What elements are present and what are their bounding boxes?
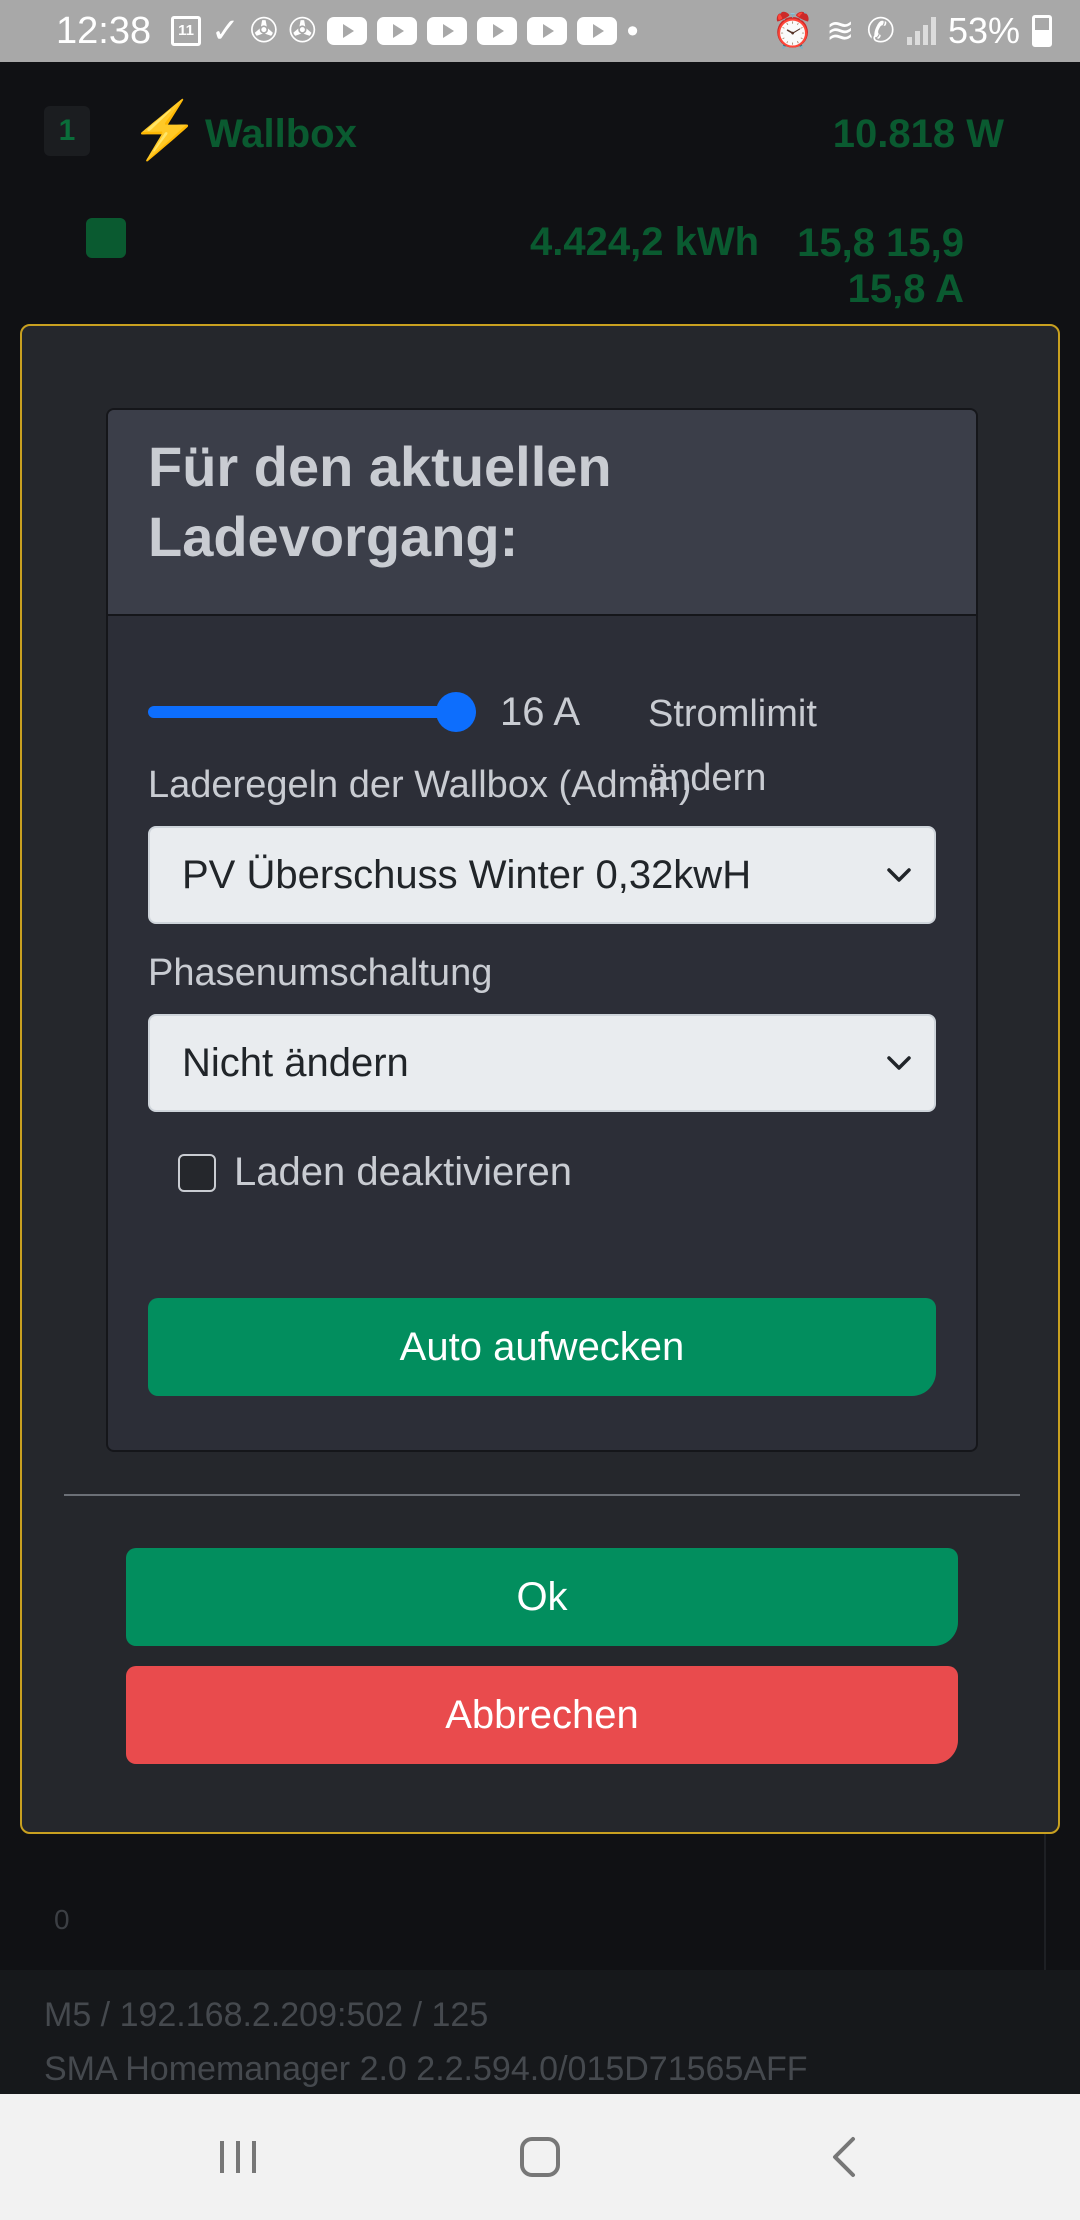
system-icons: ⏰ ≋ ✆ 53% <box>772 10 1052 52</box>
dialog-divider <box>64 1494 1020 1496</box>
wifi-call-icon: ✆ <box>866 12 895 50</box>
battery-icon <box>1032 15 1052 47</box>
phase-switch-label: Phasenumschaltung <box>148 952 493 994</box>
footer-device-info: SMA Homemanager 2.0 2.2.594.0/015D71565A… <box>44 2050 808 2088</box>
youtube-icon <box>426 17 467 45</box>
wallbox-number-badge: 1 <box>44 106 90 156</box>
slider-track <box>148 706 476 718</box>
status-time: 12:38 <box>56 9 152 52</box>
back-icon <box>833 2137 855 2177</box>
wake-car-button[interactable]: Auto aufwecken <box>148 1298 936 1396</box>
wallbox-power: 10.818 W <box>832 112 1004 156</box>
battery-percent: 53% <box>947 10 1020 51</box>
lightning-icon: ⚡ <box>130 98 200 161</box>
phase-switch-select[interactable]: Nicht ändern <box>148 1014 936 1112</box>
disable-charging-row[interactable]: Laden deaktivieren <box>178 1150 572 1195</box>
alarm-icon: ⏰ <box>771 12 814 50</box>
wallbox-energy: 4.424,2 kWh <box>530 220 760 264</box>
signal-icon <box>906 17 936 45</box>
wallbox-currents: 15,8 15,9 15,8 A <box>797 220 964 312</box>
youtube-icon <box>526 17 567 45</box>
disable-charging-checkbox[interactable] <box>178 1153 216 1192</box>
back-button[interactable] <box>774 2094 914 2220</box>
youtube-icon <box>376 17 417 45</box>
charging-dialog: Für den aktuellen Ladevorgang: 16 A Stro… <box>20 324 1060 1834</box>
mercedes-icon: ✇ <box>288 12 317 50</box>
charge-rules-label: Laderegeln der Wallbox (Admin) <box>148 764 692 806</box>
background-counter: 0 <box>54 1904 70 1935</box>
recent-apps-button[interactable] <box>168 2094 308 2220</box>
charge-rules-select[interactable]: PV Überschuss Winter 0,32kwH <box>148 826 936 924</box>
phase-switch-value: Nicht ändern <box>182 1041 409 1085</box>
charge-rules-value: PV Überschuss Winter 0,32kwH <box>182 853 752 897</box>
current-limit-slider[interactable] <box>148 692 476 732</box>
ok-button[interactable]: Ok <box>126 1548 958 1646</box>
youtube-icon <box>326 17 367 45</box>
wallbox-name: Wallbox <box>205 112 357 156</box>
calendar-icon: 11 <box>171 16 202 46</box>
currents-line-2: 15,8 A <box>847 267 964 311</box>
disable-charging-label[interactable]: Laden deaktivieren <box>234 1150 572 1195</box>
wallbox-row: 1 ⚡ Wallbox 10.818 W 4.424,2 kWh 15,8 15… <box>40 92 1040 311</box>
current-limit-value: 16 A <box>500 690 581 734</box>
more-notifications-icon: • <box>626 12 639 50</box>
chevron-down-icon <box>887 868 911 882</box>
navigation-bar <box>0 2094 1080 2220</box>
status-bar: 12:38 11 ✓ ✇ ✇ • ⏰ ≋ ✆ 53% <box>0 0 1080 62</box>
slider-thumb[interactable] <box>436 692 476 732</box>
cancel-button[interactable]: Abbrechen <box>126 1666 958 1764</box>
card-header: Für den aktuellen Ladevorgang: <box>108 410 976 616</box>
notification-icons: 11 ✓ ✇ ✇ • <box>171 12 639 50</box>
status-square-icon <box>86 218 126 258</box>
youtube-icon <box>576 17 617 45</box>
footer-connection: M5 / 192.168.2.209:502 / 125 <box>44 1996 489 2034</box>
currents-line-1: 15,8 15,9 <box>797 221 964 265</box>
charging-settings-card: Für den aktuellen Ladevorgang: 16 A Stro… <box>106 408 978 1452</box>
check-circle-icon: ✓ <box>211 12 240 50</box>
wifi-icon: ≋ <box>825 12 855 50</box>
chevron-down-icon <box>887 1056 911 1070</box>
home-icon <box>520 2137 560 2177</box>
mercedes-icon: ✇ <box>249 12 279 50</box>
recent-apps-icon <box>220 2141 256 2173</box>
youtube-icon <box>476 17 517 45</box>
dialog-title: Für den aktuellen Ladevorgang: <box>148 435 612 568</box>
home-button[interactable] <box>470 2094 610 2220</box>
